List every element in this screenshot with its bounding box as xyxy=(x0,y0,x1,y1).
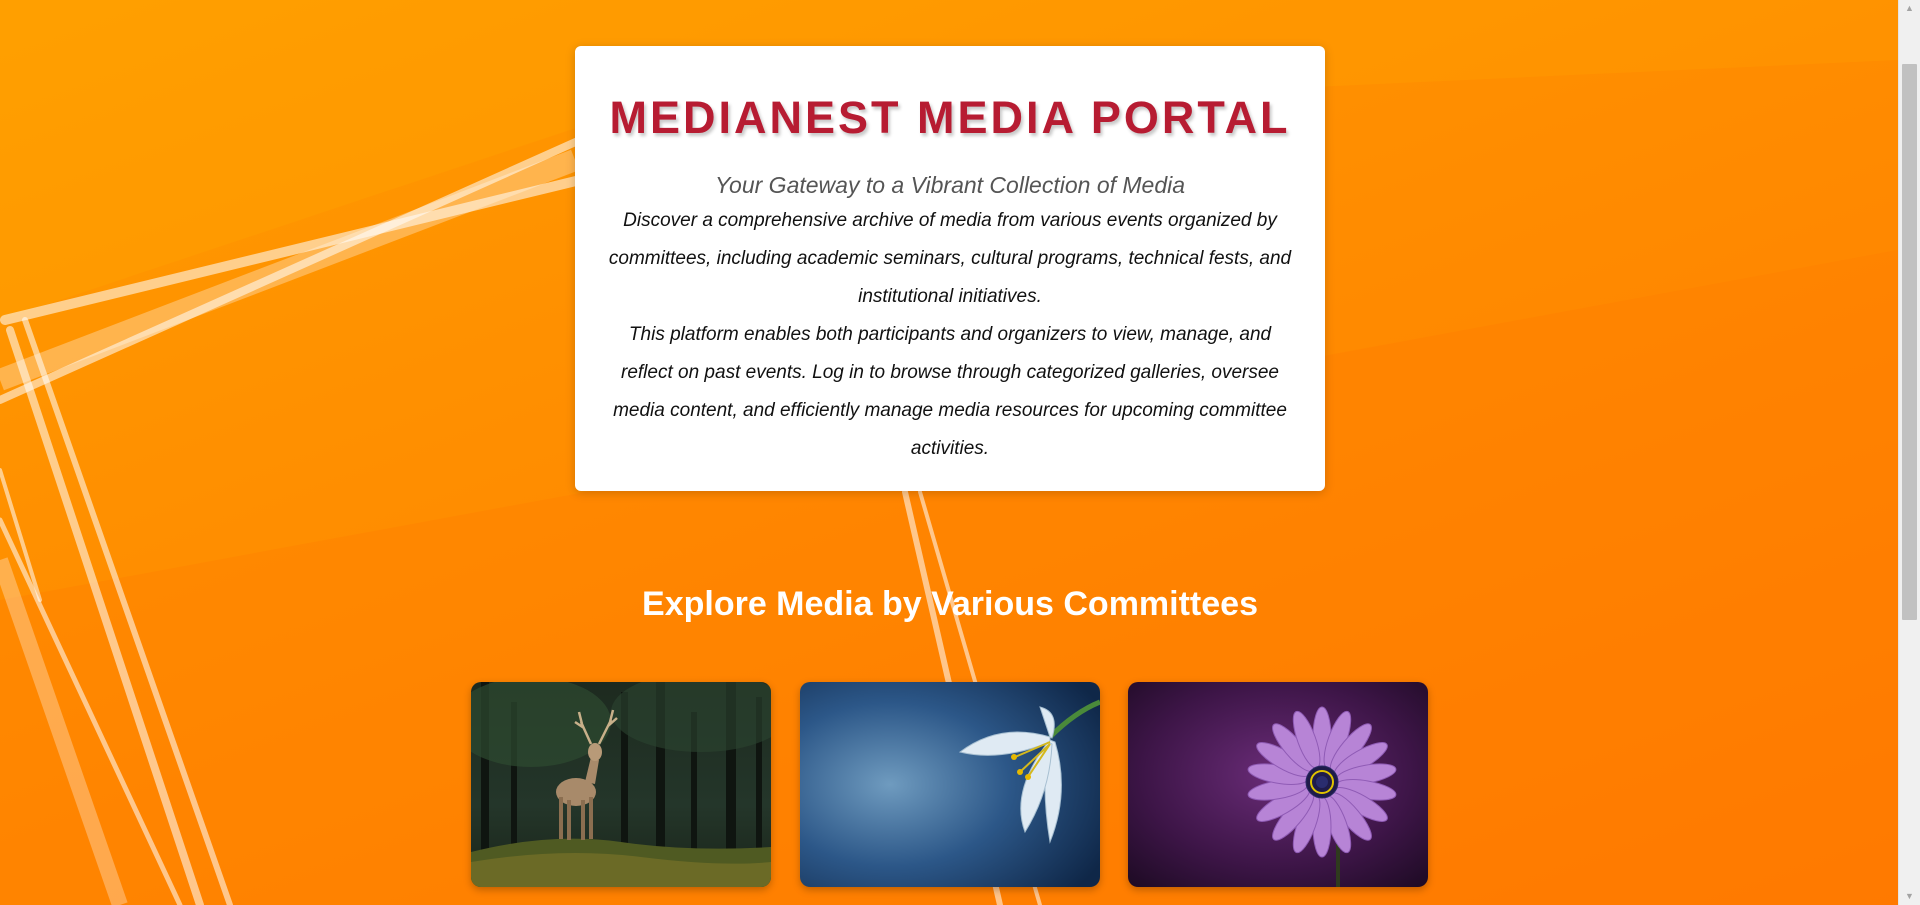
committees-section-heading: Explore Media by Various Committees xyxy=(642,585,1258,623)
page-subtitle: Your Gateway to a Vibrant Collection of … xyxy=(714,172,1186,198)
vertical-scrollbar[interactable]: ▲ ▼ xyxy=(1898,0,1920,905)
committee-card-2[interactable] xyxy=(800,682,1100,887)
committee-card-1[interactable] xyxy=(471,682,771,887)
scrollbar-thumb[interactable] xyxy=(1902,64,1917,620)
page-title: MEDIANEST MEDIA PORTAL xyxy=(609,92,1291,143)
down-arrow-icon[interactable]: ▼ xyxy=(1899,888,1920,905)
description-paragraph-2: This platform enables both participants … xyxy=(613,324,1287,459)
hero-card: MEDIANEST MEDIA PORTAL Your Gateway to a… xyxy=(575,46,1325,491)
purple-daisy-photo xyxy=(1128,682,1428,887)
deer-in-forest-photo xyxy=(471,682,771,887)
committee-card-3[interactable] xyxy=(1128,682,1428,887)
up-arrow-icon[interactable]: ▲ xyxy=(1899,0,1920,17)
white-lily-on-blue-photo xyxy=(800,682,1100,887)
description-paragraph-1: Discover a comprehensive archive of medi… xyxy=(608,210,1292,307)
